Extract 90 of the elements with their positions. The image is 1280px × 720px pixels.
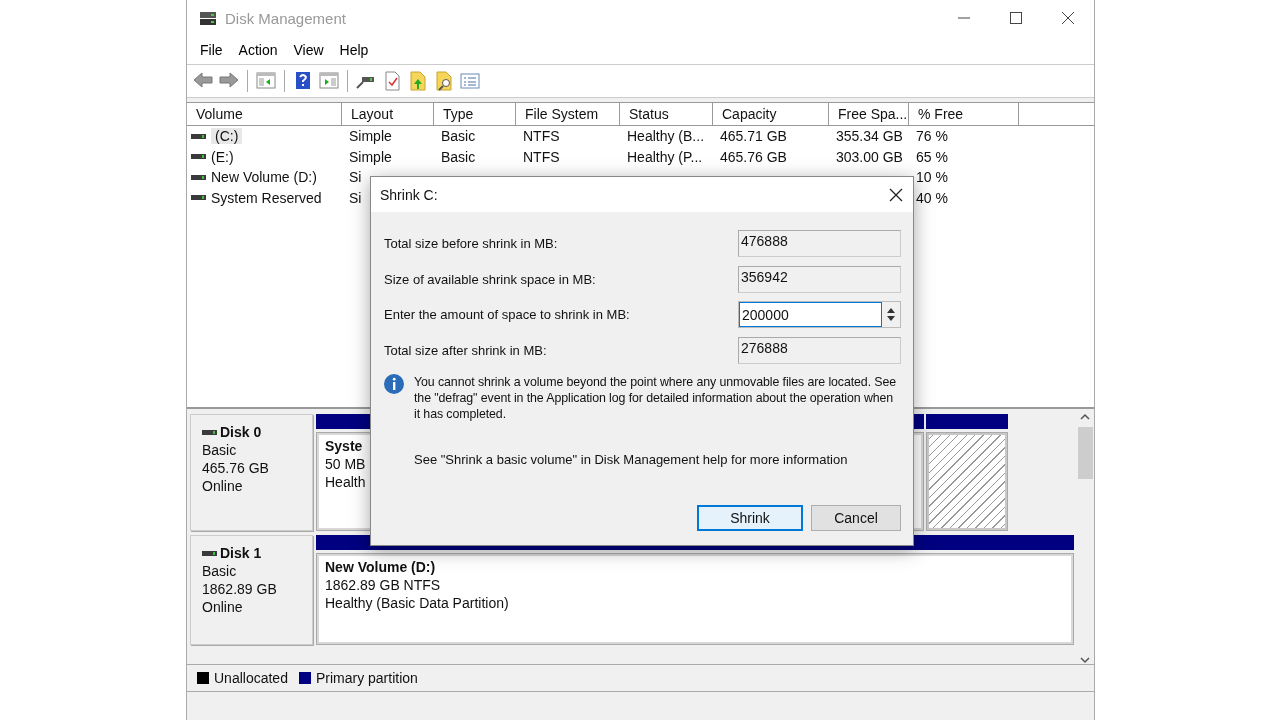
table-cell: Si xyxy=(349,169,362,186)
disk-size: 1862.89 GB xyxy=(202,580,278,598)
legend-label: Primary partition xyxy=(315,670,418,686)
checklist-icon[interactable] xyxy=(382,71,402,91)
table-cell[interactable]: System Reserved xyxy=(211,189,322,206)
scroll-up-icon[interactable] xyxy=(1080,413,1090,421)
spin-up-icon[interactable] xyxy=(887,308,895,314)
table-cell: 10 % xyxy=(916,169,948,186)
drive-icon xyxy=(191,172,206,182)
column-header[interactable]: File System xyxy=(516,103,620,125)
partition-status: Health xyxy=(325,473,366,491)
partition-status: Healthy (Basic Data Partition) xyxy=(325,594,509,612)
dialog-button[interactable]: Shrink xyxy=(697,505,803,531)
dialog-button[interactable]: Cancel xyxy=(811,505,901,531)
disk-type: Basic xyxy=(202,441,238,459)
field-label: Total size after shrink in MB: xyxy=(384,342,547,358)
forward-icon[interactable] xyxy=(219,71,239,91)
table-cell: Healthy (B... xyxy=(627,128,705,145)
disk-status: Online xyxy=(202,477,244,495)
readonly-field: 356942 xyxy=(738,265,901,293)
menu-item[interactable]: Help xyxy=(332,42,376,58)
table-cell: Simple xyxy=(349,128,392,145)
spin-field[interactable]: 200000 xyxy=(738,301,901,329)
folder-search-icon[interactable] xyxy=(434,71,454,91)
table-cell: 465.71 GB xyxy=(720,128,787,145)
column-header[interactable]: % Free xyxy=(909,103,1019,125)
table-cell: 65 % xyxy=(916,148,948,165)
table-cell: 40 % xyxy=(916,189,948,206)
table-cell[interactable]: (E:) xyxy=(211,148,234,165)
window-title: Disk Management xyxy=(225,9,347,27)
table-cell: Basic xyxy=(441,128,476,145)
partition-name: New Volume (D:) xyxy=(325,558,436,576)
table-cell: 303.00 GB xyxy=(836,148,903,165)
menu-item[interactable]: File xyxy=(193,42,230,58)
table-cell: NTFS xyxy=(523,128,560,145)
back-icon[interactable] xyxy=(193,71,213,91)
scrollbar-thumb[interactable] xyxy=(1077,427,1093,479)
unallocated-area[interactable] xyxy=(926,432,1008,531)
action-pane-icon[interactable] xyxy=(319,71,339,91)
column-header[interactable]: Status xyxy=(620,103,713,125)
readonly-field: 276888 xyxy=(738,336,901,364)
help-icon[interactable] xyxy=(293,71,313,91)
drive-icon xyxy=(202,427,217,437)
table-cell: Basic xyxy=(441,148,476,165)
field-label: Total size before shrink in MB: xyxy=(384,236,558,252)
partition-name: Syste xyxy=(325,437,363,455)
table-cell: Simple xyxy=(349,148,392,165)
table-cell[interactable]: New Volume (D:) xyxy=(211,169,317,186)
drive-icon xyxy=(202,548,217,558)
partition-size: 50 MB xyxy=(325,455,366,473)
info-text: You cannot shrink a volume beyond the point where any unmovable files are located. See the "defrag" event in the Application log for detailed information about the operation when it has completed. xyxy=(414,374,898,422)
scroll-down-icon[interactable] xyxy=(1080,656,1090,664)
folder-up-icon[interactable] xyxy=(408,71,428,91)
close-icon[interactable] xyxy=(889,187,903,202)
table-cell: 465.76 GB xyxy=(720,148,787,165)
field-label: Size of available shrink space in MB: xyxy=(384,271,596,287)
drive-icon xyxy=(191,193,206,203)
drive-icon xyxy=(191,152,206,162)
readonly-field: 476888 xyxy=(738,230,901,258)
disk-status: Online xyxy=(202,598,244,616)
column-header[interactable]: Capacity xyxy=(713,103,829,125)
console-tree-icon[interactable] xyxy=(256,71,276,91)
table-cell: 355.34 GB xyxy=(836,128,903,145)
table-cell: 76 % xyxy=(916,128,948,145)
table-cell: Healthy (P... xyxy=(627,148,703,165)
disk-type: Basic xyxy=(202,562,238,580)
partition-size: 1862.89 GB NTFS xyxy=(325,576,441,594)
table-cell: Si xyxy=(349,189,362,206)
help-text: See "Shrink a basic volume" in Disk Management help for more information xyxy=(414,452,849,467)
table-cell: NTFS xyxy=(523,148,560,165)
dialog-title: Shrink C: xyxy=(380,186,438,203)
disk-size: 465.76 GB xyxy=(202,459,270,477)
partition-area[interactable]: New Volume (D:) 1862.89 GB NTFS Healthy (Basic Data Partition) xyxy=(316,553,1074,645)
spin-down-icon[interactable] xyxy=(887,316,895,322)
app-icon xyxy=(199,9,217,27)
disk-name: Disk 0 xyxy=(220,423,262,441)
maximize-icon[interactable] xyxy=(1010,12,1022,24)
legend-label: Unallocated xyxy=(214,670,288,686)
column-header[interactable]: Type xyxy=(434,103,516,125)
disk-name: Disk 1 xyxy=(220,544,262,562)
field-label: Enter the amount of space to shrink in MB: xyxy=(384,307,630,323)
info-icon xyxy=(384,374,404,394)
column-header[interactable]: Layout xyxy=(342,103,434,125)
menu-item[interactable]: View xyxy=(286,42,331,58)
column-header[interactable]: Volume xyxy=(187,103,342,125)
menu-item[interactable]: Action xyxy=(231,42,285,58)
column-header[interactable]: Free Spa... xyxy=(829,103,909,125)
drive-icon xyxy=(191,131,206,141)
close-icon[interactable] xyxy=(1062,12,1074,24)
table-cell[interactable]: (C:) xyxy=(211,128,243,145)
